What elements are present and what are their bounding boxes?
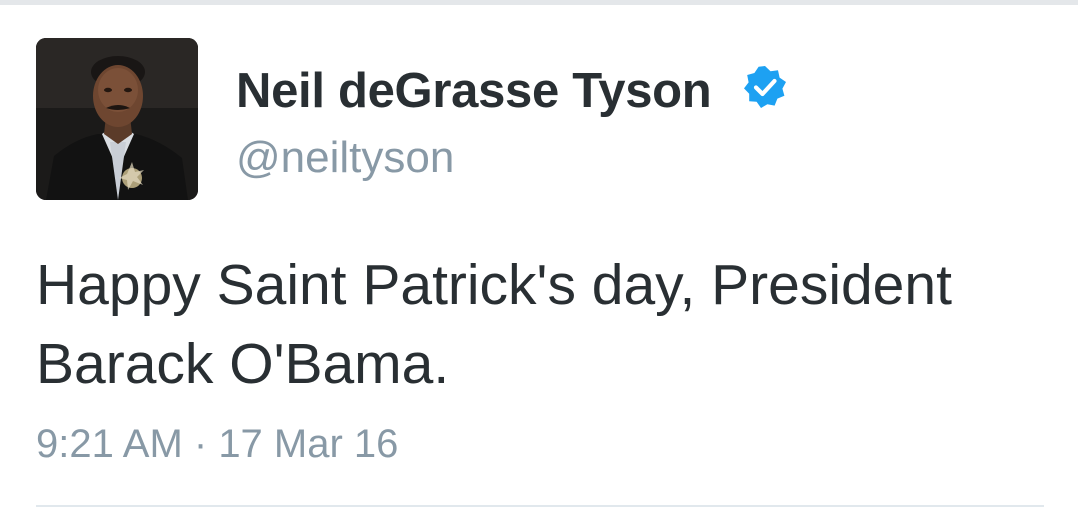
avatar[interactable] — [36, 38, 198, 200]
verified-badge-icon — [742, 64, 788, 110]
tweet-time: 9:21 AM — [36, 422, 183, 466]
tweet-timestamp[interactable]: 9:21 AM · 17 Mar 16 — [36, 418, 398, 470]
avatar-image — [36, 38, 198, 200]
display-name[interactable]: Neil deGrasse Tyson — [236, 60, 712, 122]
timestamp-separator: · — [182, 422, 219, 466]
tweet-date: 17 Mar 16 — [218, 422, 399, 466]
tweet-detail: Neil deGrasse Tyson @neiltyson Happy Sai… — [0, 0, 1078, 508]
tweet-text: Happy Saint Patrick's day, President Bar… — [36, 253, 952, 396]
bottom-divider — [36, 505, 1044, 507]
username-handle[interactable]: @neiltyson — [236, 130, 454, 186]
